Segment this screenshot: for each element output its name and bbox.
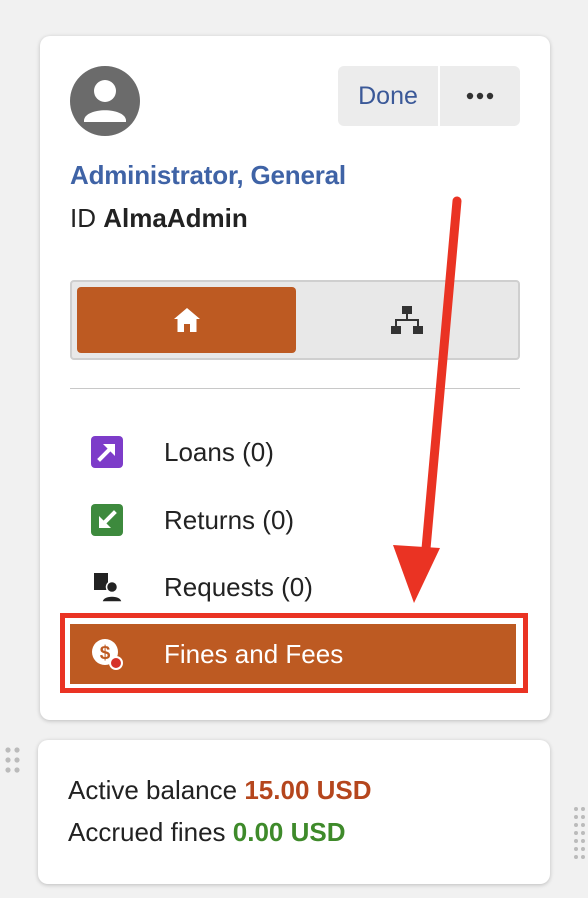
menu-item-label: Loans xyxy=(164,436,235,467)
drag-handle-icon[interactable] xyxy=(573,805,588,865)
view-toggle xyxy=(70,280,520,360)
user-id: ID AlmaAdmin xyxy=(70,203,248,234)
menu-item-label: Requests xyxy=(164,571,274,602)
user-name-link[interactable]: Administrator, General xyxy=(70,160,346,191)
menu-item-count: (0) xyxy=(242,436,274,467)
annotation-highlight-box xyxy=(60,613,528,693)
user-id-label: ID xyxy=(70,203,96,233)
home-icon xyxy=(173,308,200,332)
user-avatar-icon xyxy=(70,66,140,136)
active-balance-value: 15.00 USD xyxy=(244,775,372,805)
sitemap-icon xyxy=(391,306,423,334)
return-arrow-icon xyxy=(91,504,123,536)
accrued-fines-label: Accrued fines xyxy=(68,817,226,847)
menu-item-label: Returns xyxy=(164,504,256,535)
accrued-fines-value: 0.00 USD xyxy=(232,817,346,847)
divider xyxy=(70,388,520,389)
card-actions: Done xyxy=(338,66,520,126)
menu-item-loans[interactable]: Loans (0) xyxy=(70,422,516,482)
menu-item-count: (0) xyxy=(262,504,295,535)
drag-handle-icon[interactable] xyxy=(4,746,22,776)
balance-card: Active balance 15.00 USD Accrued fines 0… xyxy=(38,740,550,884)
accrued-fines: Accrued fines 0.00 USD xyxy=(68,817,346,848)
view-toggle-hierarchy[interactable] xyxy=(298,287,516,353)
menu-item-count: (0) xyxy=(281,571,313,602)
loan-arrow-icon xyxy=(91,436,123,468)
view-toggle-home[interactable] xyxy=(77,287,296,353)
menu-item-returns[interactable]: Returns (0) xyxy=(70,490,516,550)
more-horizontal-icon xyxy=(466,92,494,100)
active-balance: Active balance 15.00 USD xyxy=(68,775,372,806)
more-options-button[interactable] xyxy=(440,66,520,126)
requests-icon xyxy=(94,573,123,603)
menu-item-requests[interactable]: Requests (0) xyxy=(70,557,516,617)
active-balance-label: Active balance xyxy=(68,775,238,805)
done-button[interactable]: Done xyxy=(338,66,438,126)
user-id-value: AlmaAdmin xyxy=(103,203,248,233)
